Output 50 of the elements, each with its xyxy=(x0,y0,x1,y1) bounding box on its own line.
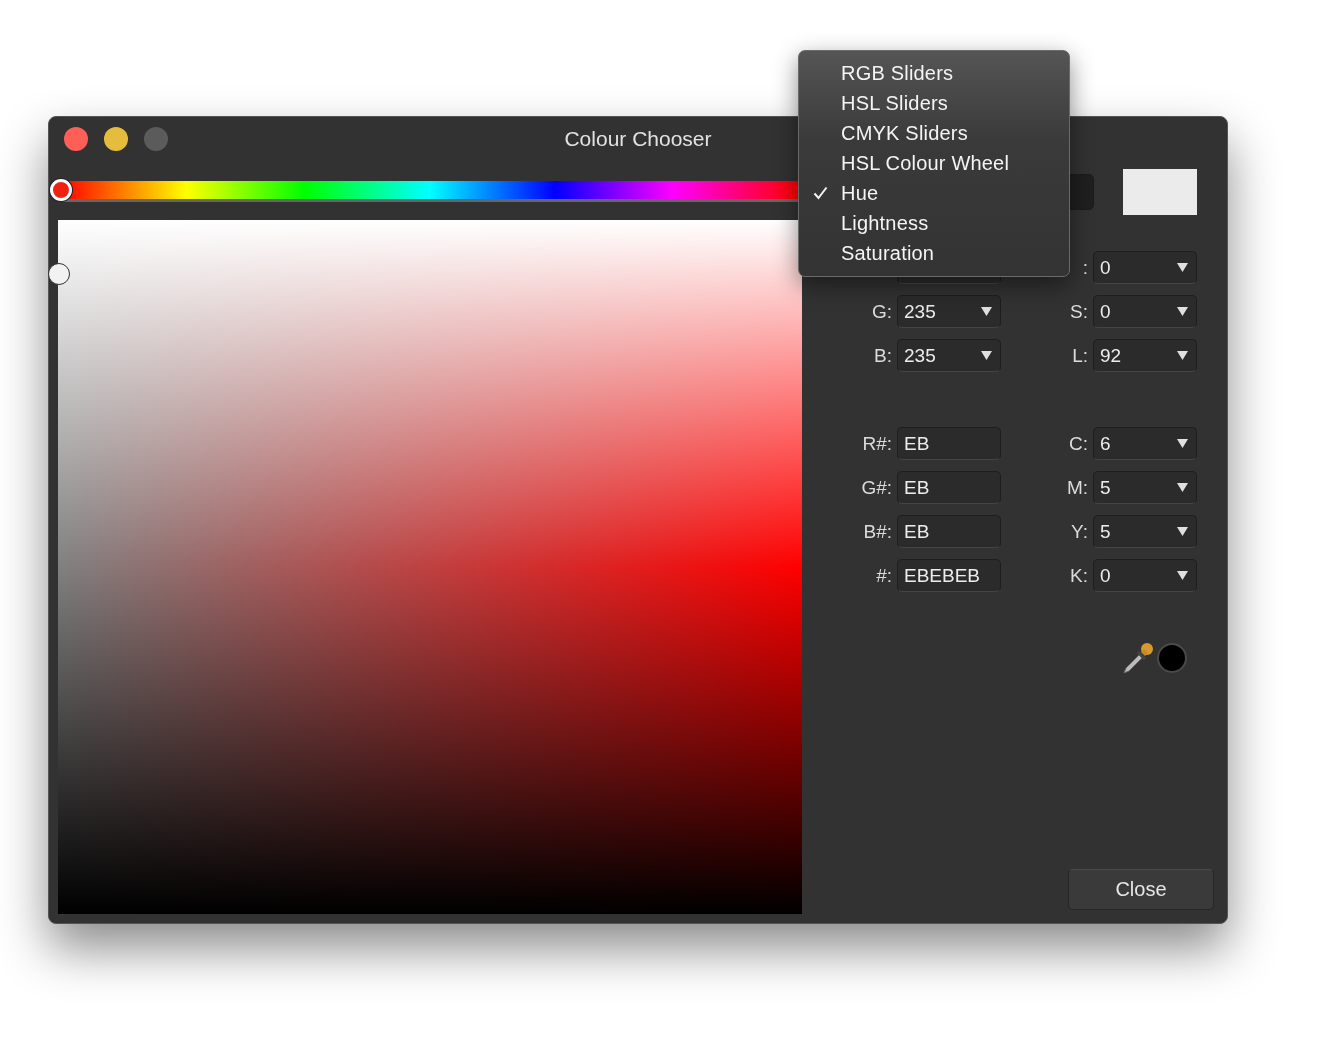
field-label: M: xyxy=(1065,476,1089,499)
close-button[interactable]: Close xyxy=(1068,869,1214,910)
dropdown-field[interactable]: 235 xyxy=(897,295,1001,328)
caret-icon xyxy=(1177,307,1188,316)
close-window-icon[interactable] xyxy=(64,127,88,151)
caret-icon xyxy=(1177,439,1188,448)
input-field[interactable]: EB xyxy=(897,515,1001,548)
field-label: K: xyxy=(1069,564,1089,587)
eyedropper-icon[interactable] xyxy=(1121,641,1155,675)
caret-icon xyxy=(1177,527,1188,536)
caret-icon xyxy=(1177,483,1188,492)
input-field[interactable]: EB xyxy=(897,471,1001,504)
dropdown-field[interactable]: 0 xyxy=(1093,295,1197,328)
colour-field[interactable] xyxy=(48,220,802,914)
field-label: B#: xyxy=(862,520,893,543)
colour-picker-thumb[interactable] xyxy=(48,263,70,285)
field-label: : xyxy=(1081,256,1089,279)
menu-item[interactable]: HSL Colour Wheel xyxy=(841,151,1010,175)
caret-icon xyxy=(1177,351,1188,360)
field-label: G#: xyxy=(860,476,893,499)
field-label: #: xyxy=(875,564,893,587)
menu-item[interactable]: Lightness xyxy=(841,211,929,235)
caret-icon xyxy=(1177,571,1188,580)
dropdown-field[interactable]: 0 xyxy=(1093,251,1197,284)
slider-thumb[interactable] xyxy=(50,179,72,201)
menu-item[interactable]: RGB Sliders xyxy=(841,61,954,85)
caret-icon xyxy=(981,307,992,316)
field-label: L: xyxy=(1071,344,1089,367)
field-label: Y: xyxy=(1070,520,1089,543)
field-label: C: xyxy=(1068,432,1089,455)
menu-item[interactable]: CMYK Sliders xyxy=(841,121,968,145)
dropdown-field[interactable]: 5 xyxy=(1093,471,1197,504)
dropdown-field[interactable]: 5 xyxy=(1093,515,1197,548)
input-field[interactable]: EB xyxy=(897,427,1001,460)
field-label: G: xyxy=(870,300,893,323)
field-label: S: xyxy=(1069,300,1089,323)
dropdown-field[interactable]: 6 xyxy=(1093,427,1197,460)
dropdown-field[interactable]: 235 xyxy=(897,339,1001,372)
minimize-window-icon[interactable] xyxy=(104,127,128,151)
dropdown-field[interactable]: 0 xyxy=(1093,559,1197,592)
caret-icon xyxy=(981,351,992,360)
caret-icon xyxy=(1177,263,1188,272)
menu-item[interactable]: HSL Sliders xyxy=(841,91,949,115)
field-label: B: xyxy=(873,344,893,367)
dropdown-field[interactable]: 92 xyxy=(1093,339,1197,372)
menu-item[interactable]: Hue xyxy=(841,181,879,205)
menu-item[interactable]: Saturation xyxy=(841,241,935,265)
window-title: Colour Chooser xyxy=(564,127,712,151)
field-label: R#: xyxy=(861,432,893,455)
input-field[interactable]: EBEBEB xyxy=(897,559,1001,592)
